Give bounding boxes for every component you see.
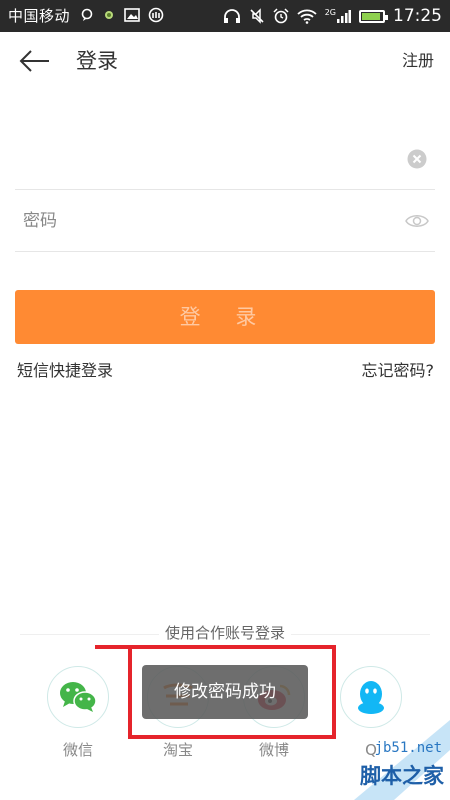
account-field-row	[15, 128, 435, 190]
android-icon	[105, 11, 113, 19]
annotation-highlight-box	[128, 645, 336, 739]
clear-icon[interactable]	[407, 149, 427, 169]
partner-wechat[interactable]: 微信	[38, 666, 118, 766]
chat-bubble-icon	[81, 8, 93, 21]
mute-icon	[250, 8, 264, 24]
partner-login-title-text: 使用合作账号登录	[158, 624, 291, 642]
sms-login-link[interactable]: 短信快捷登录	[17, 360, 113, 382]
status-bar: 中国移动 2G 17:25	[0, 0, 450, 32]
headphones-icon	[223, 9, 240, 23]
watermark-site: jb51.net	[374, 740, 442, 756]
wechat-button[interactable]	[47, 666, 109, 728]
signal-icon	[337, 10, 351, 23]
forgot-password-link[interactable]: 忘记密码?	[362, 360, 435, 382]
register-link[interactable]: 注册	[402, 50, 434, 72]
carrier-name: 中国移动	[8, 7, 71, 25]
battery-icon	[359, 9, 388, 23]
partner-label: 微博	[258, 741, 289, 759]
login-screen: 中国移动 2G 17:25 登录 注册 登 录 短信快捷登录 忘记密码? 使用合…	[0, 0, 450, 800]
status-notification-icons	[80, 7, 164, 23]
network-badge: 2G	[324, 8, 336, 17]
partner-login-title: 使用合作账号登录	[0, 622, 450, 644]
password-input[interactable]	[23, 206, 383, 236]
image-icon	[124, 8, 140, 22]
account-input[interactable]	[23, 144, 383, 174]
watermark: jb51.net 脚本之家	[334, 710, 450, 800]
password-field-row	[15, 190, 435, 252]
annotation-lead-line	[95, 645, 131, 649]
status-system-icons: 2G 17:25	[223, 5, 442, 27]
partner-label: 淘宝	[162, 741, 193, 759]
watermark-name: 脚本之家	[360, 764, 444, 788]
app-notification-icon	[148, 7, 164, 23]
login-button[interactable]: 登 录	[15, 290, 435, 344]
eye-icon[interactable]	[405, 212, 429, 230]
battery-fill	[362, 12, 380, 20]
page-title: 登录	[76, 49, 118, 73]
back-arrow-icon[interactable]	[18, 48, 52, 74]
wifi-icon	[297, 9, 317, 24]
status-time: 17:25	[393, 6, 442, 26]
network-type-indicator: 2G	[325, 9, 351, 23]
title-bar: 登录 注册	[0, 32, 450, 90]
alarm-icon	[273, 8, 289, 24]
wechat-icon	[60, 682, 97, 712]
partner-label: 微信	[62, 741, 93, 759]
